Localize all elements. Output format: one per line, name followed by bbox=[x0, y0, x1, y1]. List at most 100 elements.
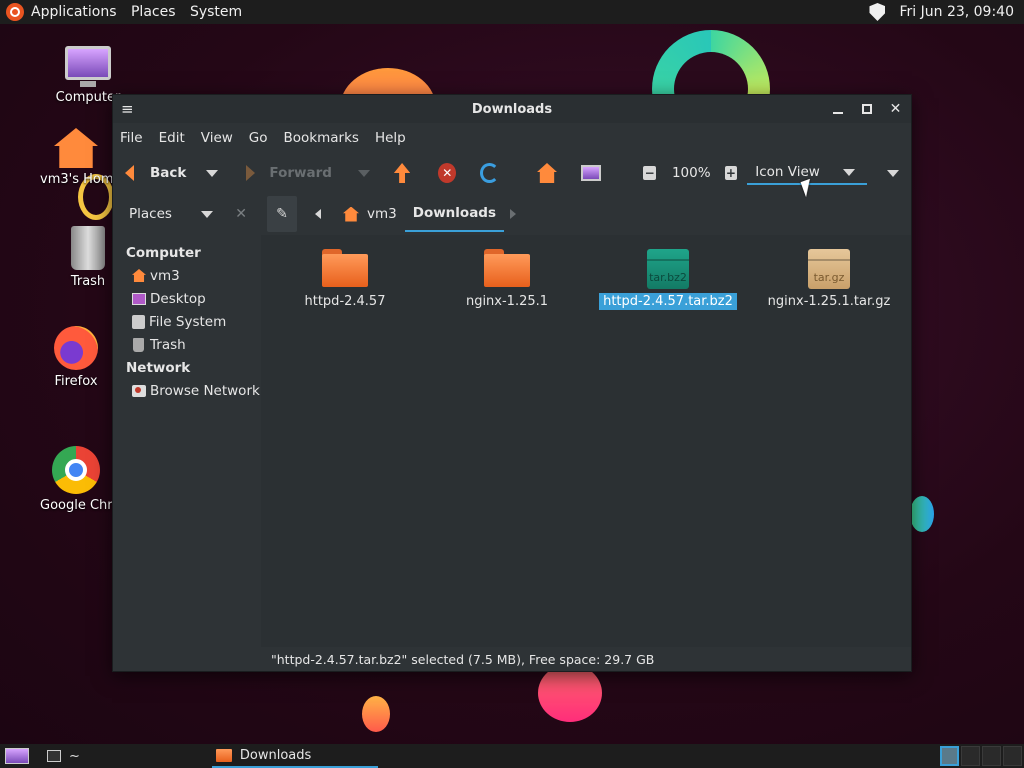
window-title: Downloads bbox=[471, 101, 553, 117]
reload-icon[interactable] bbox=[480, 163, 500, 183]
sidebar-item-label: vm3 bbox=[150, 267, 180, 284]
window-menu-icon[interactable]: ≡ bbox=[121, 100, 139, 118]
toolbar: Back Forward ✕ − 100% + Icon View bbox=[113, 153, 911, 193]
forward-history-dropdown[interactable] bbox=[357, 169, 370, 177]
toolbar-overflow-icon[interactable] bbox=[886, 169, 899, 177]
desktop-icon-label: Firefox bbox=[54, 374, 98, 389]
stop-icon[interactable]: ✕ bbox=[438, 163, 457, 183]
desktop-icon-home[interactable]: vm3's Home bbox=[40, 128, 112, 187]
window-controls: ✕ bbox=[830, 101, 903, 117]
menu-system[interactable]: System bbox=[190, 4, 242, 20]
zoom-in-icon[interactable]: + bbox=[724, 166, 738, 180]
file-manager-window: ≡ Downloads ✕ File Edit View Go Bookmark… bbox=[112, 94, 912, 672]
shield-icon[interactable] bbox=[869, 3, 886, 21]
terminal-icon[interactable] bbox=[47, 750, 61, 762]
home-icon[interactable] bbox=[537, 163, 557, 183]
trash-icon bbox=[71, 226, 105, 270]
menu-help[interactable]: Help bbox=[375, 130, 406, 146]
location-bar: Places ✕ ✎ vm3 Downloads bbox=[113, 193, 911, 235]
back-button[interactable]: Back bbox=[125, 165, 186, 181]
menu-go[interactable]: Go bbox=[249, 130, 268, 146]
back-history-dropdown[interactable] bbox=[206, 169, 219, 177]
sidebar-heading: Network bbox=[126, 359, 191, 376]
sidebar-item-trash[interactable]: Trash bbox=[126, 333, 261, 356]
terminal-label[interactable]: ~ bbox=[69, 749, 80, 764]
sidebar-item-label: Trash bbox=[150, 336, 186, 353]
sidebar-item-vm3[interactable]: vm3 bbox=[126, 264, 261, 287]
back-arrow-icon bbox=[125, 165, 134, 181]
file-item-selected[interactable]: tar.bz2 httpd-2.4.57.tar.bz2 bbox=[588, 249, 748, 310]
file-name: httpd-2.4.57.tar.bz2 bbox=[599, 293, 737, 310]
file-name: nginx-1.25.1.tar.gz bbox=[767, 294, 891, 309]
taskbar-item-downloads[interactable]: Downloads bbox=[211, 744, 378, 768]
clock[interactable]: Fri Jun 23, 09:40 bbox=[899, 4, 1014, 20]
close-sidebar-icon[interactable]: ✕ bbox=[235, 206, 247, 222]
ubuntu-logo-icon[interactable] bbox=[6, 3, 24, 21]
edit-location-icon[interactable]: ✎ bbox=[267, 196, 297, 232]
taskbar-item-label: Downloads bbox=[239, 747, 312, 763]
desktop-icon-chrome[interactable]: Google Chrome bbox=[40, 446, 112, 513]
sidebar-selector[interactable]: Places ✕ bbox=[113, 206, 261, 222]
sidebar-item-browse-network[interactable]: Browse Network bbox=[126, 379, 261, 402]
desktop-icon bbox=[132, 292, 146, 305]
breadcrumb-downloads[interactable]: Downloads bbox=[404, 196, 505, 232]
file-item[interactable]: nginx-1.25.1 bbox=[427, 249, 587, 310]
computer-icon[interactable] bbox=[580, 165, 602, 181]
breadcrumb-right-icon[interactable] bbox=[510, 209, 517, 219]
file-item[interactable]: tar.gz nginx-1.25.1.tar.gz bbox=[749, 249, 909, 310]
chevron-down-icon bbox=[842, 168, 855, 176]
desktop-icon-label: vm3's Home bbox=[40, 172, 112, 187]
file-name: httpd-2.4.57 bbox=[304, 294, 386, 309]
menu-view[interactable]: View bbox=[201, 130, 233, 146]
up-icon[interactable] bbox=[393, 163, 411, 183]
sidebar: Computer vm3 Desktop File System Trash N… bbox=[113, 235, 261, 647]
top-panel-tray: Fri Jun 23, 09:40 bbox=[869, 3, 1014, 21]
workspace-4[interactable] bbox=[1003, 746, 1022, 766]
sidebar-item-filesystem[interactable]: File System bbox=[126, 310, 261, 333]
top-panel: Applications Places System Fri Jun 23, 0… bbox=[0, 0, 1024, 24]
workspace-3[interactable] bbox=[982, 746, 1001, 766]
breadcrumb-left-icon[interactable] bbox=[315, 209, 321, 219]
menu-places[interactable]: Places bbox=[131, 4, 176, 20]
desktop-icon-label: Google Chrome bbox=[40, 498, 112, 513]
menu-bookmarks[interactable]: Bookmarks bbox=[284, 130, 359, 146]
forward-button[interactable]: Forward bbox=[246, 165, 332, 181]
wallpaper-shape bbox=[362, 696, 390, 732]
menu-file[interactable]: File bbox=[120, 130, 143, 146]
zoom-level: 100% bbox=[671, 165, 711, 181]
minimize-icon[interactable] bbox=[830, 102, 845, 117]
home-icon bbox=[54, 128, 98, 168]
wallpaper-shape bbox=[538, 664, 602, 722]
desktop-icon-firefox[interactable]: Firefox bbox=[40, 326, 112, 389]
menu-applications[interactable]: Applications bbox=[31, 4, 117, 20]
show-desktop-icon[interactable] bbox=[5, 748, 29, 764]
file-item[interactable]: httpd-2.4.57 bbox=[265, 249, 425, 310]
home-icon bbox=[132, 269, 146, 282]
bottom-panel: ~ Downloads bbox=[0, 744, 1024, 768]
workspace-1[interactable] bbox=[940, 746, 959, 766]
content-area: Computer vm3 Desktop File System Trash N… bbox=[113, 235, 911, 647]
top-menu: Applications Places System bbox=[31, 4, 252, 20]
workspace-2[interactable] bbox=[961, 746, 980, 766]
file-view[interactable]: httpd-2.4.57 nginx-1.25.1 tar.bz2 httpd-… bbox=[261, 235, 911, 647]
folder-icon bbox=[215, 748, 232, 762]
maximize-icon[interactable] bbox=[859, 102, 874, 117]
breadcrumb: vm3 Downloads bbox=[315, 196, 517, 232]
sidebar-item-label: Desktop bbox=[150, 290, 206, 307]
home-icon bbox=[343, 206, 359, 222]
sidebar-item-label: Browse Network bbox=[150, 382, 260, 399]
titlebar[interactable]: ≡ Downloads ✕ bbox=[113, 95, 911, 123]
menu-edit[interactable]: Edit bbox=[159, 130, 185, 146]
wallpaper-shape bbox=[910, 496, 934, 532]
menubar: File Edit View Go Bookmarks Help bbox=[113, 123, 911, 153]
chrome-icon bbox=[52, 446, 100, 494]
sidebar-item-desktop[interactable]: Desktop bbox=[126, 287, 261, 310]
breadcrumb-home[interactable]: vm3 bbox=[335, 196, 405, 232]
zoom-out-icon[interactable]: − bbox=[643, 166, 656, 180]
archive-icon: tar.gz bbox=[808, 249, 850, 289]
drive-icon bbox=[132, 314, 145, 329]
status-text: "httpd-2.4.57.tar.bz2" selected (7.5 MB)… bbox=[271, 651, 655, 667]
close-icon[interactable]: ✕ bbox=[888, 101, 903, 117]
sidebar-item-label: File System bbox=[149, 313, 227, 330]
computer-icon bbox=[65, 46, 111, 87]
